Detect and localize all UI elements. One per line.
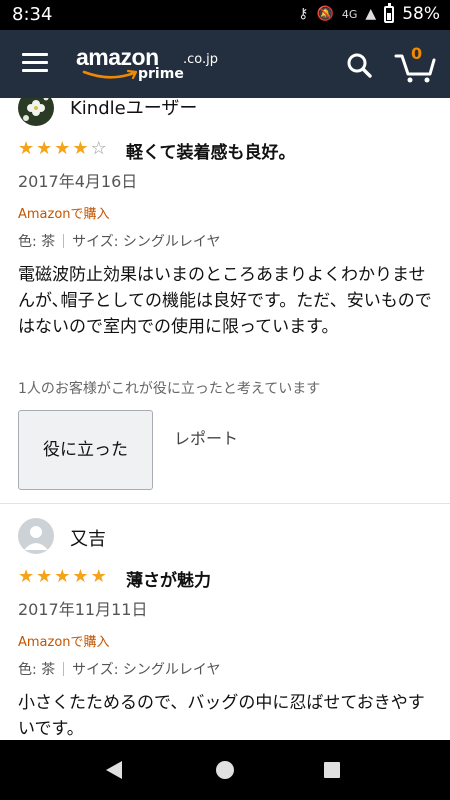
- app-header: amazon .co.jp prime 0: [0, 30, 450, 98]
- battery-percent: 58%: [402, 4, 440, 24]
- review-divider: [0, 503, 450, 504]
- review-body: 小さくたためるので、バッグの中に忍ばせておきやすいです。: [18, 693, 425, 739]
- star-full-icon: ★: [90, 566, 107, 587]
- default-user-icon: [24, 526, 48, 550]
- star-full-icon: ★: [72, 138, 89, 159]
- star-full-icon: ★: [18, 566, 35, 587]
- divider: [63, 662, 65, 676]
- variant-color: 色: 茶: [18, 662, 56, 678]
- mute-icon: 🔕: [316, 6, 334, 22]
- avatar: [18, 98, 54, 126]
- star-full-icon: ★: [18, 138, 35, 159]
- star-full-icon: ★: [54, 138, 71, 159]
- star-full-icon: ★: [36, 138, 53, 159]
- report-link[interactable]: レポート: [174, 425, 238, 449]
- logo-domain: .co.jp: [183, 52, 219, 67]
- variant-size: サイズ: シングルレイヤ: [72, 234, 221, 250]
- review-date: 2017年4月16日: [18, 172, 138, 191]
- back-icon[interactable]: [106, 761, 122, 779]
- home-icon[interactable]: [216, 761, 234, 779]
- search-icon[interactable]: [346, 52, 372, 78]
- reviews-list[interactable]: Kindleユーザー ★ ★ ★ ★ ☆ 軽くて装着感も良好。 2017年4月1…: [0, 98, 450, 740]
- divider: [63, 234, 65, 248]
- reviewer-name[interactable]: Kindleユーザー: [70, 98, 197, 120]
- signal-icon: ▲: [365, 6, 377, 22]
- reviewer-name[interactable]: 又吉: [70, 525, 106, 551]
- variant-info: 色: 茶サイズ: シングルレイヤ: [18, 231, 221, 251]
- star-full-icon: ★: [72, 566, 89, 587]
- star-full-icon: ★: [36, 566, 53, 587]
- helpful-button[interactable]: 役に立った: [18, 410, 153, 490]
- helpful-count: 1人のお客様がこれが役に立ったと考えています: [18, 381, 321, 397]
- review-body: 電磁波防止効果はいまのところあまりよくわかりませんが､帽子としての機能は良好です…: [18, 265, 432, 337]
- recent-apps-icon[interactable]: [324, 762, 340, 778]
- avatar: [18, 518, 54, 554]
- status-bar: 8:34 ⚷ 🔕 4G ▲ 58%: [0, 0, 450, 30]
- network-label: 4G: [341, 7, 358, 21]
- star-rating: ★ ★ ★ ★ ★: [18, 568, 107, 586]
- review-title: 薄さが魅力: [126, 571, 211, 591]
- verified-purchase-label: Amazonで購入: [18, 207, 110, 222]
- smile-arrow-icon: [82, 69, 138, 80]
- verified-purchase-label: Amazonで購入: [18, 635, 110, 650]
- flower-avatar-icon: [23, 98, 49, 121]
- key-icon: ⚷: [298, 6, 309, 22]
- star-empty-icon: ☆: [90, 138, 107, 159]
- variant-info: 色: 茶サイズ: シングルレイヤ: [18, 659, 221, 679]
- cart-count: 0: [411, 44, 423, 63]
- status-icons: ⚷ 🔕 4G ▲ 58%: [298, 2, 440, 24]
- variant-size: サイズ: シングルレイヤ: [72, 662, 221, 678]
- cart-button[interactable]: 0: [394, 44, 436, 84]
- amazon-prime-logo[interactable]: amazon .co.jp prime: [76, 44, 219, 88]
- star-full-icon: ★: [54, 566, 71, 587]
- variant-color: 色: 茶: [18, 234, 56, 250]
- star-rating: ★ ★ ★ ★ ☆: [18, 140, 107, 158]
- menu-icon[interactable]: [22, 53, 48, 73]
- review-date: 2017年11月11日: [18, 600, 148, 619]
- battery-icon: [384, 2, 395, 23]
- system-nav-bar: [0, 740, 450, 800]
- logo-prime: prime: [138, 66, 184, 82]
- status-time: 8:34: [12, 4, 53, 25]
- review-title: 軽くて装着感も良好。: [126, 143, 296, 163]
